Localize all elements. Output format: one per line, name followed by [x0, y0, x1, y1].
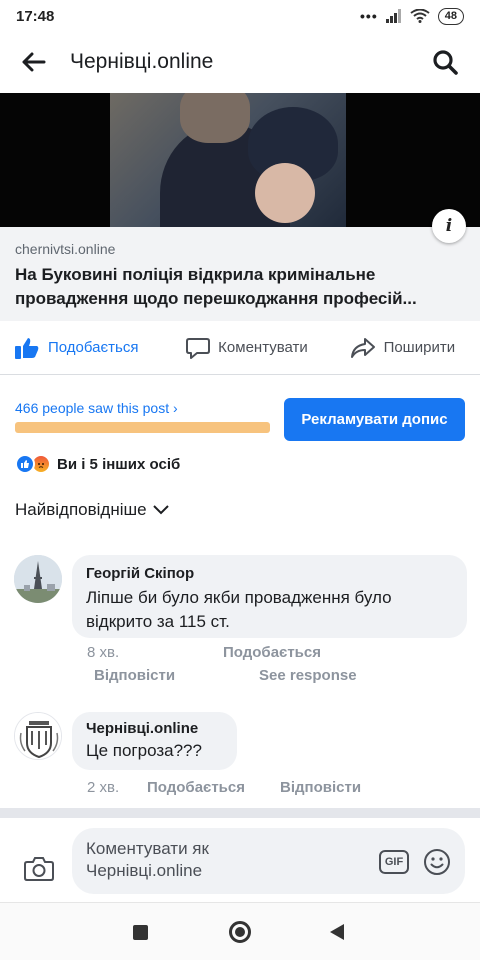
video-preview[interactable]: [0, 93, 480, 227]
chevron-down-icon: [152, 505, 169, 515]
comment-bubble[interactable]: Чернівці.online Це погроза???: [72, 712, 237, 770]
back-arrow-icon: [22, 52, 46, 72]
like-reaction-icon: [15, 454, 35, 474]
page-title: Чернівці.online: [70, 50, 214, 73]
comment-input[interactable]: Коментувати як Чернівці.online GIF: [72, 828, 465, 894]
battery-indicator: 48: [437, 7, 464, 25]
comment-button[interactable]: Коментувати: [169, 337, 324, 359]
post-actions: Подобається Коментувати Поширити: [0, 321, 480, 375]
link-domain: chernivtsi.online: [15, 241, 116, 257]
section-divider: [0, 808, 480, 818]
recents-button[interactable]: [133, 925, 148, 940]
comment-icon: [186, 337, 211, 359]
more-dots-icon: •••: [360, 8, 378, 24]
comment-item: Чернівці.online Це погроза??? 2 хв. Подо…: [14, 712, 474, 802]
video-frame: [110, 93, 346, 227]
home-button[interactable]: [229, 921, 251, 943]
reach-progress-bar: [15, 422, 270, 433]
link-headline-text: На Буковині поліція відкрила кримінальне…: [15, 265, 417, 308]
wifi-icon: [410, 9, 430, 23]
back-button[interactable]: [20, 48, 48, 76]
system-nav-bar: [0, 902, 480, 960]
comment-time: 8 хв.: [87, 644, 120, 661]
comment-input-placeholder: Коментувати як Чернівці.online: [86, 839, 209, 880]
comment-reply-button[interactable]: Відповісти: [280, 779, 361, 796]
smiley-icon: [424, 849, 450, 875]
reach-link[interactable]: 466 people saw this post ›: [15, 400, 178, 416]
share-button[interactable]: Поширити: [325, 337, 480, 359]
comment-item: Георгій Скіпор Ліпше би було якби провад…: [14, 555, 474, 695]
system-back-button[interactable]: [330, 924, 344, 940]
search-icon: [433, 50, 458, 75]
share-icon: [350, 337, 375, 358]
comment-bubble[interactable]: Георгій Скіпор Ліпше би було якби провад…: [72, 555, 467, 638]
search-button[interactable]: [430, 47, 460, 77]
avatar[interactable]: [14, 555, 62, 603]
comment-text: Ліпше би було якби провадження було відк…: [86, 588, 392, 631]
link-preview-card[interactable]: chernivtsi.online На Буковині поліція ві…: [0, 227, 480, 321]
comment-text: Це погроза???: [86, 741, 202, 760]
comment-author[interactable]: Чернівці.online: [86, 720, 223, 737]
comment-reply-button[interactable]: Відповісти: [94, 667, 175, 684]
comment-time: 2 хв.: [87, 779, 120, 796]
status-time: 17:48: [16, 7, 55, 25]
chevron-right-icon: ›: [173, 400, 178, 416]
comment-author[interactable]: Георгій Скіпор: [86, 565, 453, 582]
comment-like-button[interactable]: Подобається: [223, 644, 321, 661]
comment-composer: Коментувати як Чернівці.online GIF: [0, 818, 480, 900]
thumbs-up-icon: [15, 337, 39, 359]
like-button[interactable]: Подобається: [0, 336, 169, 360]
avatar[interactable]: [14, 712, 62, 760]
reactions-summary[interactable]: Ви і 5 інших осіб: [15, 452, 180, 476]
comment-sort-dropdown[interactable]: Найвідповідніше: [15, 500, 169, 520]
share-label: Поширити: [383, 339, 456, 356]
status-icons: ••• 48: [360, 7, 464, 25]
signal-icon: [385, 9, 401, 23]
gif-button[interactable]: GIF: [379, 850, 409, 874]
emoji-button[interactable]: [423, 848, 451, 881]
status-bar: 17:48 ••• 48: [0, 0, 480, 32]
link-headline: На Буковині поліція відкрила кримінальне…: [15, 263, 465, 311]
camera-icon: [24, 857, 54, 881]
reactions-text: Ви і 5 інших осіб: [57, 455, 181, 473]
promote-post-button[interactable]: Рекламувати допис: [284, 398, 465, 441]
reach-text: 466 people saw this post: [15, 400, 170, 416]
comment-label: Коментувати: [218, 339, 308, 356]
comment-like-button[interactable]: Подобається: [147, 779, 245, 796]
post-insights: 466 people saw this post › Рекламувати д…: [0, 376, 480, 448]
see-response-link[interactable]: See response: [259, 667, 357, 684]
like-label: Подобається: [48, 339, 139, 356]
sort-label: Найвідповідніше: [15, 500, 147, 519]
info-icon[interactable]: i: [432, 209, 466, 243]
camera-button[interactable]: [24, 856, 54, 887]
app-header: Чернівці.online: [0, 32, 480, 92]
